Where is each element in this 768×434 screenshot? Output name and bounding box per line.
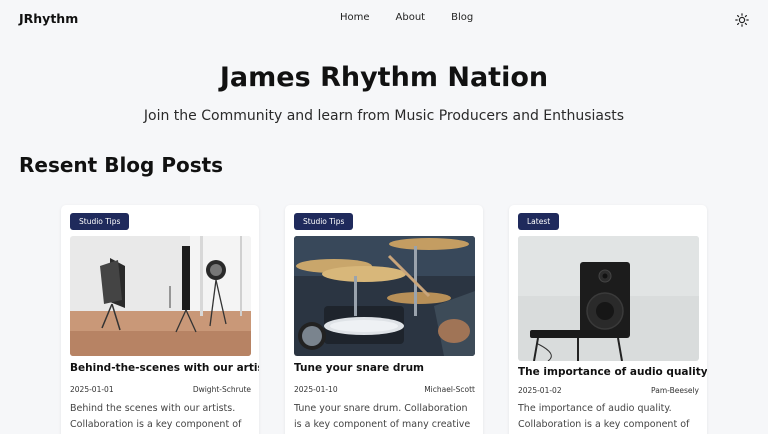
post-author: Pam-Beesely [651, 386, 699, 395]
post-author: Dwight-Schrute [192, 385, 251, 394]
studio-photo-image [70, 236, 251, 356]
post-title[interactable]: Behind-the-scenes with our artists [70, 362, 259, 374]
theme-toggle-button[interactable] [735, 12, 749, 27]
post-meta: 2025-01-01 Dwight-Schrute [70, 385, 251, 394]
post-meta: 2025-01-10 Michael-Scott [294, 385, 475, 394]
nav-links: Home About Blog [340, 12, 499, 23]
post-title[interactable]: Tune your snare drum [294, 362, 424, 374]
category-badge[interactable]: Studio Tips [294, 213, 354, 230]
nav-link-home[interactable]: Home [340, 12, 370, 23]
nav-link-about[interactable]: About [396, 12, 426, 23]
drum-kit-image [294, 236, 475, 356]
hero-title: James Rhythm Nation [219, 62, 549, 93]
post-excerpt: Behind the scenes with our artists. Coll… [70, 403, 242, 430]
section-title: Resent Blog Posts [19, 153, 224, 177]
post-thumbnail-drum-kit[interactable] [294, 236, 475, 356]
speaker-photo-image [518, 236, 699, 361]
nav-link-blog[interactable]: Blog [451, 12, 473, 23]
post-author: Michael-Scott [424, 385, 475, 394]
post-date: 2025-01-01 [70, 385, 114, 394]
post-title[interactable]: The importance of audio quality [518, 366, 707, 378]
blog-card[interactable]: Latest The importance of audio quality 2… [509, 205, 707, 434]
post-excerpt: The importance of audio quality. Collabo… [518, 403, 690, 430]
post-date: 2025-01-10 [294, 385, 338, 394]
post-thumbnail-photo-studio[interactable] [70, 236, 251, 356]
blog-card[interactable]: Studio Tips Behind-the-scenes with our a… [61, 205, 259, 434]
brand-logo[interactable]: JRhythm [19, 11, 78, 26]
post-excerpt: Tune your snare drum. Collaboration is a… [294, 403, 471, 430]
post-meta: 2025-01-02 Pam-Beesely [518, 386, 699, 395]
post-date: 2025-01-02 [518, 386, 562, 395]
category-badge[interactable]: Studio Tips [70, 213, 130, 230]
post-thumbnail-speaker[interactable] [518, 236, 699, 361]
top-navbar: JRhythm Home About Blog [0, 0, 768, 38]
hero-subtitle: Join the Community and learn from Music … [143, 108, 625, 124]
sun-icon [735, 13, 749, 27]
blog-card[interactable]: Studio Tips Tune your snare drum 2025-01… [285, 205, 483, 434]
category-badge[interactable]: Latest [518, 213, 560, 230]
